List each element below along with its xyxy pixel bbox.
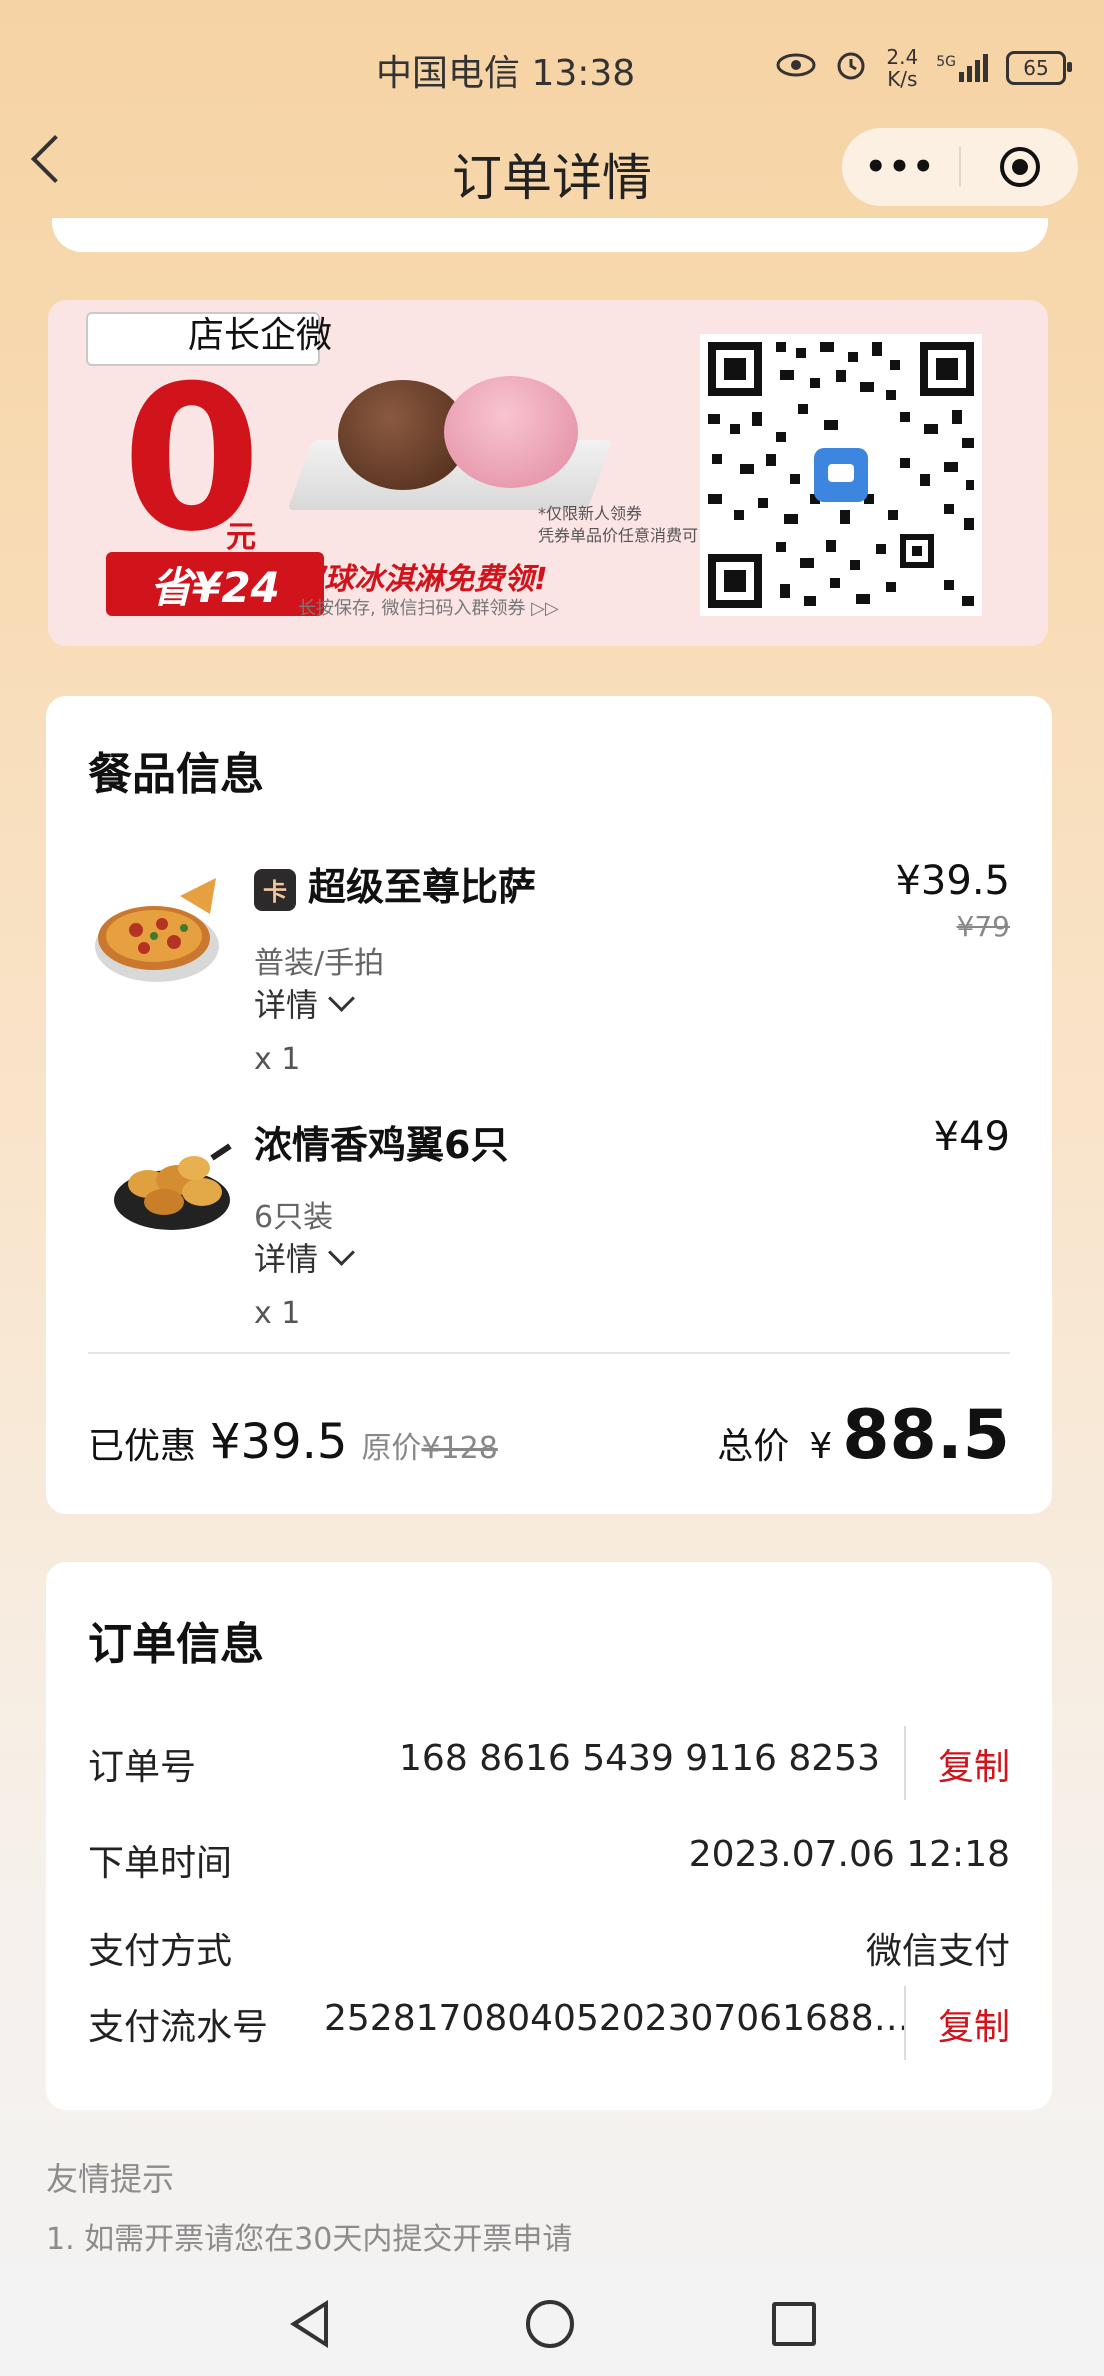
promo-banner[interactable]: 店长企微 0 元 *仅限新人领券 凭券单品价任意消费可 省¥24 双球冰淇淋免费… <box>48 300 1048 646</box>
total-price: 总价 ¥ 88.5 <box>717 1396 1010 1475</box>
item-price-1: ¥39.5 <box>895 858 1010 904</box>
status-icons: 2.4 K/s 5G 65 <box>776 45 1072 91</box>
order-card-title: 订单信息 <box>88 1619 264 1670</box>
promo-headline: 双球冰淇淋免费领! <box>294 562 548 597</box>
nav-recents-icon[interactable] <box>772 2302 816 2346</box>
copy-serial-button[interactable]: 复制 <box>938 1998 1010 2050</box>
strawberry-scoop-image <box>444 376 578 488</box>
divider <box>88 1352 1010 1354</box>
card-badge-icon: 卡 <box>254 868 296 911</box>
close-program-button[interactable] <box>961 128 1078 206</box>
alarm-icon <box>834 48 868 88</box>
eye-icon <box>776 53 816 83</box>
payment-method-label: 支付方式 <box>88 1931 233 1972</box>
item-spec-1: 普装/手拍 <box>254 946 385 981</box>
order-no-label: 订单号 <box>88 1747 197 1788</box>
item-name-2: 浓情香鸡翼6只 <box>254 1123 509 1167</box>
more-button[interactable]: ••• <box>842 128 959 206</box>
payment-method-value: 微信支付 <box>865 1931 1010 1972</box>
item-detail-toggle-1[interactable]: 详情 <box>254 980 355 1026</box>
save-badge: 省¥24 <box>106 552 324 616</box>
food-info-card: 餐品信息 卡超级至尊比萨 普装/手拍 详情 x 1 ¥39.5 ¥79 浓情香鸡… <box>46 696 1052 1514</box>
item-name-1: 卡超级至尊比萨 <box>254 856 536 911</box>
order-info-card: 订单信息 订单号 168 8616 5439 9116 8253 复制 下单时间… <box>46 1562 1052 2110</box>
copy-divider <box>904 1986 906 2060</box>
promo-yuan: 元 <box>226 520 256 555</box>
item-detail-toggle-2[interactable]: 详情 <box>254 1234 355 1280</box>
status-carrier-time: 中国电信 13:38 <box>376 53 636 94</box>
tips-line-1: 1. 如需开票请您在30天内提交开票申请 <box>46 2222 573 2257</box>
discount-value: ¥39.5 <box>210 1414 348 1470</box>
item-qty-2: x 1 <box>254 1296 301 1331</box>
copy-divider <box>904 1726 906 1800</box>
copy-order-no-button[interactable]: 复制 <box>938 1738 1010 1790</box>
net-speed: 2.4 K/s <box>886 45 919 91</box>
item-qty-1: x 1 <box>254 1042 301 1077</box>
promo-note-2: 凭券单品价任意消费可 <box>538 526 699 545</box>
food-card-title: 餐品信息 <box>88 749 264 800</box>
pizza-image <box>92 866 222 996</box>
nav-back-icon-inner <box>298 2307 324 2341</box>
more-icon: ••• <box>864 147 937 187</box>
item-spec-2: 6只装 <box>254 1200 334 1235</box>
signal-icon: 5G <box>936 54 988 82</box>
order-time-value: 2023.07.06 12:18 <box>688 1834 1010 1875</box>
item-price-2: ¥49 <box>933 1114 1010 1160</box>
discount-summary: 已优惠 ¥39.5 原价¥128 <box>88 1414 498 1470</box>
mini-program-capsule: ••• <box>842 128 1078 206</box>
qr-code-image[interactable] <box>700 334 982 616</box>
battery-icon: 65 <box>1006 51 1072 85</box>
serial-no-label: 支付流水号 <box>88 2007 269 2048</box>
promo-note-1: *仅限新人领券 <box>538 504 643 523</box>
previous-card-edge <box>52 218 1048 252</box>
order-time-label: 下单时间 <box>88 1843 233 1884</box>
item-orig-price-1: ¥79 <box>956 910 1010 943</box>
promo-subline: 长按保存, 微信扫码入群领券 ▷▷ <box>298 598 559 619</box>
chevron-down-icon <box>328 984 355 1012</box>
order-no-value: 168 8616 5439 9116 8253 <box>399 1738 880 1779</box>
serial-no-value: 252817080405202307061688… <box>324 1998 910 2039</box>
tips-title: 友情提示 <box>46 2160 175 2198</box>
chevron-down-icon <box>328 1238 355 1266</box>
nav-home-icon[interactable] <box>526 2300 574 2348</box>
chicken-wings-image <box>112 1128 232 1238</box>
target-icon <box>999 147 1040 187</box>
